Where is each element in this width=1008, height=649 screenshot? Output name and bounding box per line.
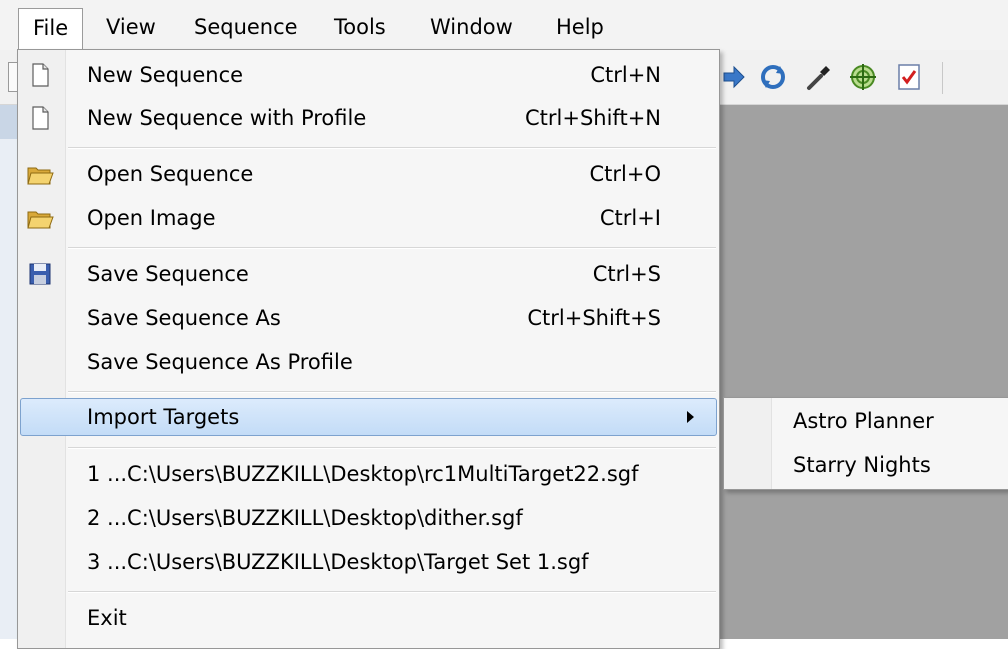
refresh-icon[interactable]	[758, 62, 788, 92]
menu-sequence[interactable]: Sequence	[180, 8, 312, 46]
menu-separator	[68, 247, 716, 249]
submenu-arrow-icon	[687, 411, 694, 423]
submenu-item-starry-nights[interactable]: Starry Nights	[793, 445, 931, 485]
menu-view[interactable]: View	[92, 8, 170, 46]
submenu-item-astro-planner[interactable]: Astro Planner	[793, 401, 934, 441]
menu-item-open-image[interactable]: Open Image Ctrl+I	[18, 198, 719, 238]
checklist-icon[interactable]	[894, 62, 924, 92]
menu-item-shortcut: Ctrl+I	[599, 206, 661, 230]
menu-item-label: Open Sequence	[87, 162, 254, 186]
menu-file[interactable]: File	[18, 8, 84, 50]
submenu-icon-gutter	[724, 398, 772, 489]
menu-item-label: Import Targets	[87, 405, 240, 429]
menu-item-new-sequence[interactable]: New Sequence Ctrl+N	[18, 55, 719, 95]
floppy-disk-icon	[26, 260, 54, 288]
menu-item-new-sequence-with-profile[interactable]: New Sequence with Profile Ctrl+Shift+N	[18, 98, 719, 138]
menu-item-label: Open Image	[87, 206, 216, 230]
open-folder-icon	[26, 160, 54, 188]
menu-separator	[68, 147, 716, 149]
menu-bar: File View Sequence Tools Window Help	[0, 0, 1008, 50]
menu-item-save-sequence-as[interactable]: Save Sequence As Ctrl+Shift+S	[18, 298, 719, 338]
menu-item-label: 2 ...C:\Users\BUZZKILL\Desktop\dither.sg…	[87, 506, 523, 530]
menu-tools[interactable]: Tools	[320, 8, 400, 46]
menu-item-shortcut: Ctrl+O	[589, 162, 662, 186]
menu-item-label: Exit	[87, 606, 127, 630]
menu-item-label: Save Sequence	[87, 262, 249, 286]
menu-item-save-sequence-as-profile[interactable]: Save Sequence As Profile	[18, 342, 719, 382]
menu-separator	[68, 391, 716, 393]
menu-item-shortcut: Ctrl+N	[590, 63, 661, 87]
menu-separator	[68, 591, 716, 593]
menu-item-open-sequence[interactable]: Open Sequence Ctrl+O	[18, 154, 719, 194]
menu-item-shortcut: Ctrl+Shift+S	[527, 306, 661, 330]
file-menu-dropdown: New Sequence Ctrl+N New Sequence with Pr…	[17, 49, 720, 649]
menu-item-label: Save Sequence As	[87, 306, 281, 330]
menu-help[interactable]: Help	[542, 8, 618, 46]
menu-item-import-targets[interactable]: Import Targets	[20, 398, 717, 436]
menu-item-exit[interactable]: Exit	[18, 598, 719, 638]
menu-item-recent-file-1[interactable]: 1 ...C:\Users\BUZZKILL\Desktop\rc1MultiT…	[18, 454, 719, 494]
import-targets-submenu: Astro Planner Starry Nights	[723, 397, 1008, 490]
menu-item-shortcut: Ctrl+Shift+N	[525, 106, 661, 130]
eyedropper-icon[interactable]	[804, 62, 834, 92]
menu-separator	[68, 447, 716, 449]
menu-item-label: New Sequence with Profile	[87, 106, 367, 130]
menu-item-label: 1 ...C:\Users\BUZZKILL\Desktop\rc1MultiT…	[87, 462, 639, 486]
target-crosshair-icon[interactable]	[848, 62, 878, 92]
menu-item-label: Save Sequence As Profile	[87, 350, 353, 374]
open-folder-icon	[26, 204, 54, 232]
toolbar-separator	[942, 62, 943, 94]
menu-item-shortcut: Ctrl+S	[592, 262, 661, 286]
menu-window[interactable]: Window	[416, 8, 527, 46]
new-document-icon	[26, 61, 54, 89]
menu-item-recent-file-2[interactable]: 2 ...C:\Users\BUZZKILL\Desktop\dither.sg…	[18, 498, 719, 538]
new-document-icon	[26, 104, 54, 132]
menu-item-save-sequence[interactable]: Save Sequence Ctrl+S	[18, 254, 719, 294]
menu-item-recent-file-3[interactable]: 3 ...C:\Users\BUZZKILL\Desktop\Target Se…	[18, 542, 719, 582]
menu-item-label: 3 ...C:\Users\BUZZKILL\Desktop\Target Se…	[87, 550, 589, 574]
workspace-area	[719, 105, 1008, 639]
menu-item-label: New Sequence	[87, 63, 244, 87]
arrow-icon[interactable]	[720, 62, 750, 92]
